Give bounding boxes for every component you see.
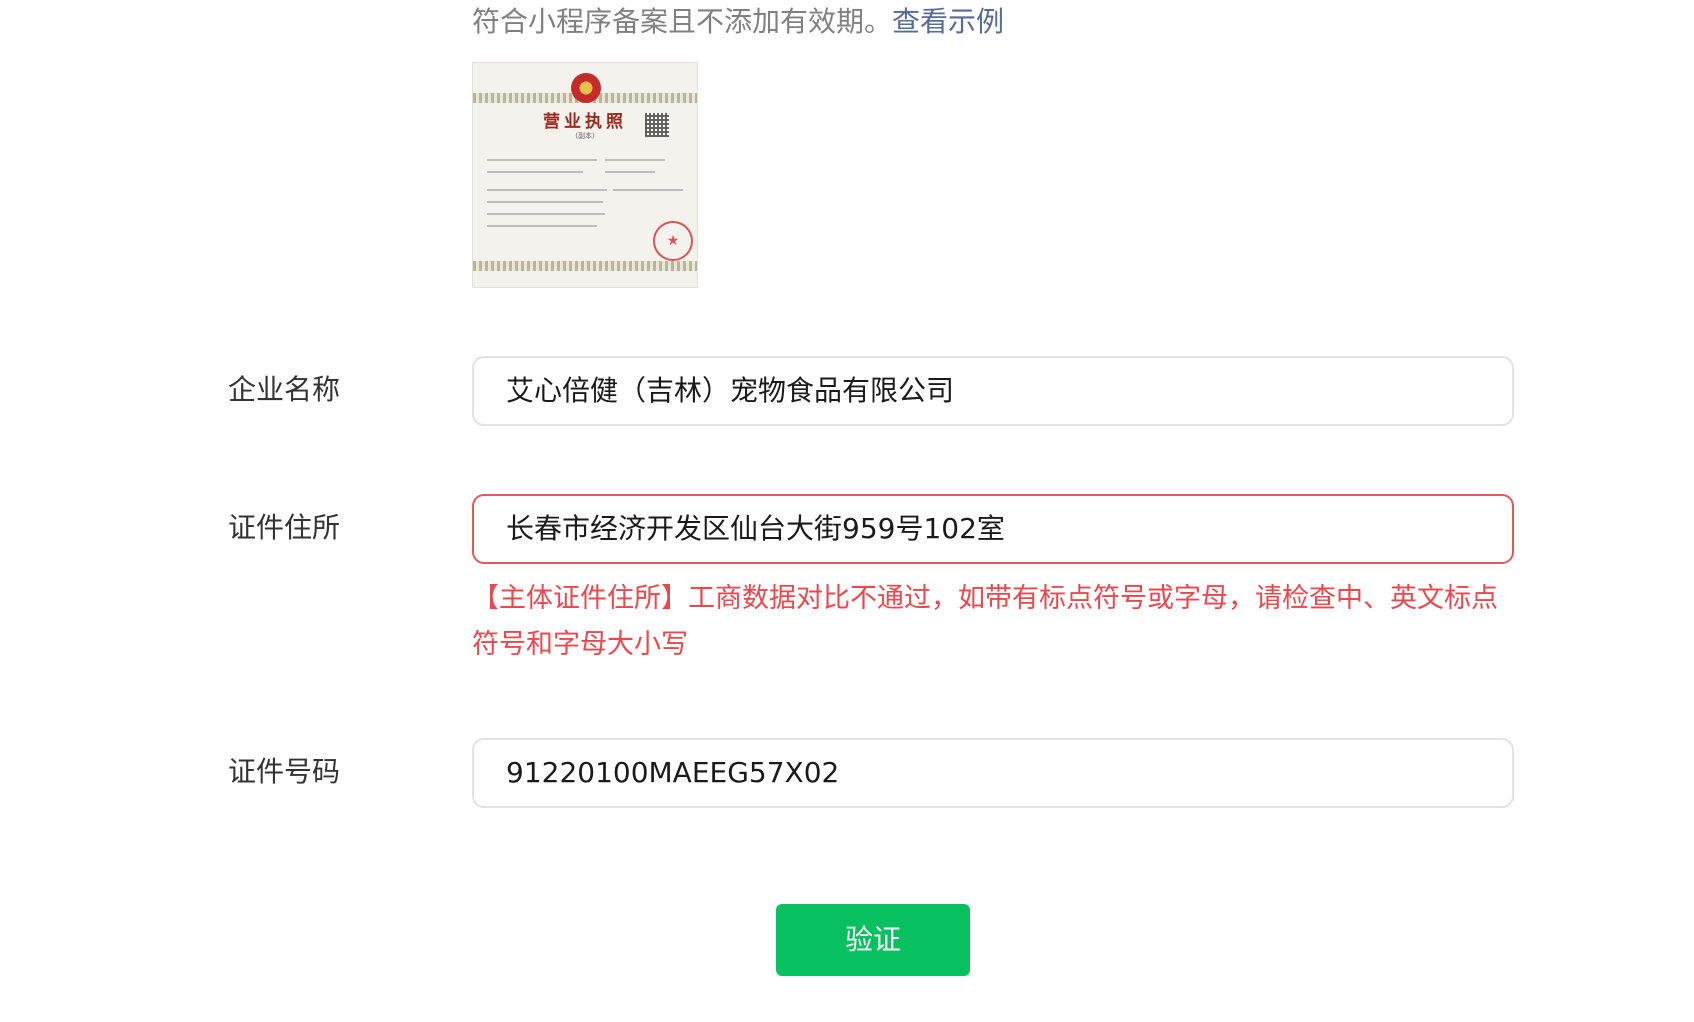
official-seal-icon: ★ — [653, 221, 693, 261]
license-text-line — [487, 225, 597, 227]
license-number-input[interactable]: 91220100MAEEG57X02 — [472, 738, 1514, 808]
company-name-label: 企业名称 — [228, 373, 341, 406]
company-name-input[interactable]: 艾心倍健（吉林）宠物食品有限公司 — [472, 356, 1514, 426]
view-example-link[interactable]: 查看示例 — [892, 5, 1004, 38]
address-label: 证件住所 — [228, 511, 341, 544]
license-border-bottom — [473, 261, 697, 271]
license-text-line — [487, 171, 583, 173]
qr-code-icon — [645, 113, 669, 137]
national-emblem-icon — [571, 73, 601, 103]
license-text-line — [487, 159, 597, 161]
business-license-thumbnail[interactable]: 营业执照 (副本) ★ — [472, 62, 698, 288]
license-text-line — [487, 189, 607, 191]
license-text-line — [605, 159, 665, 161]
upload-hint: 符合小程序备案且不添加有效期。查看示例 — [472, 0, 1004, 44]
license-number-label: 证件号码 — [228, 755, 341, 788]
hint-text: 符合小程序备案且不添加有效期。 — [472, 5, 893, 38]
address-input[interactable]: 长春市经济开发区仙台大街959号102室 — [472, 494, 1514, 564]
license-text-line — [487, 213, 605, 215]
address-error-message: 【主体证件住所】工商数据对比不通过，如带有标点符号或字母，请检查中、英文标点符号… — [472, 583, 1498, 660]
license-text-line — [613, 189, 683, 191]
license-text-line — [487, 201, 603, 203]
license-text-line — [605, 171, 655, 173]
verify-button[interactable]: 验证 — [776, 904, 970, 976]
